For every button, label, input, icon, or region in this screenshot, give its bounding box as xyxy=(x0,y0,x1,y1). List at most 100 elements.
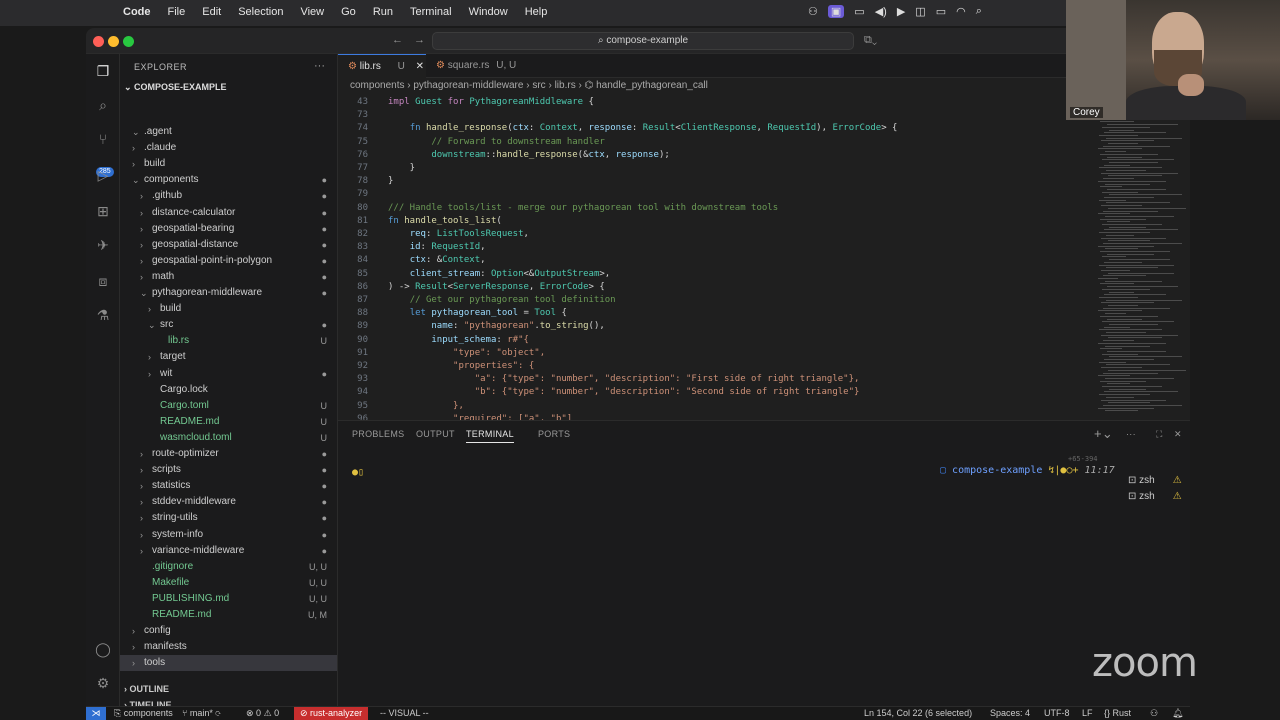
tree-item[interactable]: PUBLISHING.md U, U xyxy=(120,591,337,607)
end-of-line[interactable]: LF xyxy=(1082,708,1093,718)
tree-item[interactable]: ⌄ src ● xyxy=(120,317,337,333)
tree-item[interactable]: Makefile U, U xyxy=(120,575,337,591)
status-branch[interactable]: ⑂ main* ⟳ xyxy=(182,708,221,718)
tree-item[interactable]: › build xyxy=(120,156,337,172)
tab-output[interactable]: OUTPUT xyxy=(416,429,455,439)
new-terminal-icon[interactable]: +⌄ xyxy=(1094,426,1113,442)
tree-item[interactable]: lib.rs U xyxy=(120,333,337,349)
tree-item[interactable]: › .github ● xyxy=(120,188,337,204)
more-icon[interactable]: ··· xyxy=(1126,429,1136,439)
settings-gear-icon[interactable]: ⚙ xyxy=(94,674,112,692)
minimap[interactable] xyxy=(1094,116,1186,416)
tree-item[interactable]: › tools xyxy=(120,655,337,672)
status-problems[interactable]: ⊗ 0 ⚠ 0 xyxy=(246,708,279,719)
notifications-icon[interactable]: 🔔︎ xyxy=(1172,708,1183,719)
account-icon[interactable]: ◯ xyxy=(94,640,112,658)
tree-item[interactable]: ⌄ pythagorean-middleware ● xyxy=(120,285,337,301)
terminal-shell-2[interactable]: ⊡ zsh ⚠ xyxy=(1128,491,1182,502)
menu-window[interactable]: Window xyxy=(469,6,508,18)
tree-item[interactable]: README.md U, M xyxy=(120,607,337,623)
tree-item[interactable]: › route-optimizer ● xyxy=(120,446,337,462)
menu-run[interactable]: Run xyxy=(373,6,393,18)
tray-user-icon[interactable]: ⚇ xyxy=(808,5,818,18)
maximize-window-icon[interactable] xyxy=(123,36,134,47)
extensions-icon[interactable]: ⊞ xyxy=(94,202,112,220)
play-icon[interactable]: ▶ xyxy=(897,5,905,18)
explorer-icon[interactable]: ❐ xyxy=(94,62,112,80)
tree-item[interactable]: › scripts ● xyxy=(120,462,337,478)
tab-ports[interactable]: PORTS xyxy=(538,429,570,439)
tree-item[interactable]: › .claude xyxy=(120,140,337,156)
menu-file[interactable]: File xyxy=(168,6,186,18)
tree-item[interactable]: › variance-middleware ● xyxy=(120,543,337,559)
tree-item[interactable]: › build xyxy=(120,301,337,317)
tray-display-icon[interactable]: ▭ xyxy=(854,5,864,18)
feedback-icon[interactable]: ⚇ xyxy=(1150,708,1158,719)
language-mode[interactable]: {} Rust xyxy=(1104,708,1131,718)
tree-item[interactable]: › config xyxy=(120,623,337,639)
testing-icon[interactable]: ⚗ xyxy=(94,306,112,324)
cursor-position[interactable]: Ln 154, Col 22 (6 selected) xyxy=(864,708,972,718)
tab-problems[interactable]: PROBLEMS xyxy=(352,429,404,439)
indentation[interactable]: Spaces: 4 xyxy=(990,708,1030,718)
menu-terminal[interactable]: Terminal xyxy=(410,6,452,18)
tab-lib-rs[interactable]: ⚙ lib.rs U ✕ xyxy=(338,54,426,78)
tree-item[interactable]: ⌄ components ● xyxy=(120,172,337,188)
close-window-icon[interactable] xyxy=(93,36,104,47)
remote-icon[interactable]: ✈ xyxy=(94,236,112,254)
tree-item[interactable]: › system-info ● xyxy=(120,527,337,543)
tree-item[interactable]: › statistics ● xyxy=(120,478,337,494)
tree-item[interactable]: › string-utils ● xyxy=(120,510,337,526)
tree-item[interactable]: › manifests xyxy=(120,639,337,655)
forward-arrow-icon[interactable]: → xyxy=(414,34,425,46)
tree-item[interactable]: Cargo.toml U xyxy=(120,398,337,414)
workspace-root[interactable]: ⌄ COMPOSE-EXAMPLE xyxy=(124,82,227,93)
breadcrumb-item[interactable]: lib.rs xyxy=(555,80,576,91)
tree-item[interactable]: › target xyxy=(120,349,337,365)
tree-item[interactable]: › math ● xyxy=(120,269,337,285)
menu-edit[interactable]: Edit xyxy=(202,6,221,18)
close-tab-icon[interactable]: ✕ xyxy=(416,61,424,72)
containers-icon[interactable]: ⧈ xyxy=(94,272,112,290)
status-folder[interactable]: ⎘ components xyxy=(114,708,173,719)
maximize-panel-icon[interactable]: ⛶ xyxy=(1156,429,1163,440)
breadcrumb-item[interactable]: components xyxy=(350,80,404,91)
tree-item[interactable]: README.md U xyxy=(120,414,337,430)
rust-analyzer-status[interactable]: ⊘ rust-analyzer xyxy=(294,707,369,720)
tree-item[interactable]: wasmcloud.toml U xyxy=(120,430,337,446)
menu-view[interactable]: View xyxy=(300,6,324,18)
source-control-icon[interactable]: ⑂ xyxy=(94,130,112,148)
tree-item[interactable]: › distance-calculator ● xyxy=(120,205,337,221)
search-icon[interactable]: ⌕ xyxy=(94,96,112,114)
menu-app[interactable]: Code xyxy=(123,6,151,18)
remote-icon[interactable]: ⋊ xyxy=(86,707,106,720)
tree-item[interactable]: › geospatial-bearing ● xyxy=(120,221,337,237)
breadcrumb-item[interactable]: pythagorean-middleware xyxy=(413,80,523,91)
battery-icon[interactable]: ▭ xyxy=(936,5,946,18)
tree-item[interactable]: Cargo.lock xyxy=(120,382,337,398)
terminal-prompt[interactable]: ●▯ xyxy=(352,467,364,478)
menu-help[interactable]: Help xyxy=(525,6,548,18)
spotlight-icon[interactable]: ⌕ xyxy=(976,5,982,18)
tree-item[interactable]: .gitignore U, U xyxy=(120,559,337,575)
command-center[interactable]: ⌕ compose-example xyxy=(432,32,854,50)
tree-item[interactable]: › wit ● xyxy=(120,366,337,382)
run-debug-icon[interactable]: ▷ xyxy=(94,166,112,184)
tree-item[interactable]: › geospatial-point-in-polygon ● xyxy=(120,253,337,269)
close-panel-icon[interactable]: ✕ xyxy=(1174,429,1182,440)
tree-item[interactable]: ⌄ .agent xyxy=(120,124,337,140)
minimize-window-icon[interactable] xyxy=(108,36,119,47)
breadcrumb-item[interactable]: handle_pythagorean_call xyxy=(596,80,708,91)
back-arrow-icon[interactable]: ← xyxy=(392,34,403,46)
section-outline[interactable]: › OUTLINE xyxy=(124,684,169,694)
more-actions-icon[interactable]: ··· xyxy=(314,60,325,72)
encoding[interactable]: UTF-8 xyxy=(1044,708,1070,718)
tree-item[interactable]: › stddev-middleware ● xyxy=(120,494,337,510)
menu-selection[interactable]: Selection xyxy=(238,6,283,18)
code-editor[interactable]: 43 impl Guest for PythagoreanMiddleware {… xyxy=(338,94,1190,420)
tray-app-icon[interactable]: ◫ xyxy=(915,5,925,18)
tray-screen-icon[interactable]: ▣ xyxy=(827,5,845,18)
tab-square-rs[interactable]: ⚙ square.rs U, U xyxy=(426,54,526,78)
terminal-shell-1[interactable]: ⊡ zsh ⚠ xyxy=(1128,475,1182,486)
tab-terminal[interactable]: TERMINAL xyxy=(466,429,514,443)
